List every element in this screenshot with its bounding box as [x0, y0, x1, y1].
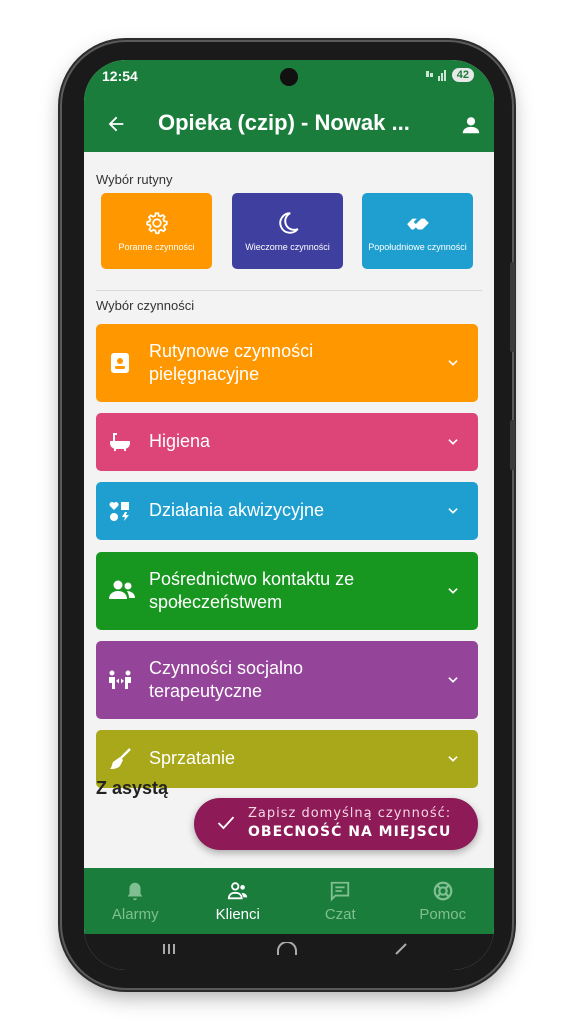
broom-icon — [110, 748, 131, 769]
heart-shapes-icon — [109, 502, 129, 521]
handshake-icon — [406, 218, 429, 230]
chat-icon — [331, 881, 350, 902]
check-icon — [217, 816, 235, 830]
battery-badge: 42 — [451, 68, 474, 82]
chevron-down-icon — [448, 508, 458, 514]
chevron-down-icon — [448, 588, 458, 594]
nav-label: Czat — [324, 906, 356, 923]
bottom-navigation: Alarmy Klienci Czat Pomoc — [84, 868, 494, 934]
routine-afternoon-button[interactable]: Popołudniowe czynności — [362, 193, 473, 269]
moon-icon — [278, 212, 299, 234]
routine-morning-label: Poranne czynności — [118, 242, 195, 252]
lifebuoy-icon — [433, 881, 453, 901]
category-higiena[interactable]: Higiena — [96, 413, 478, 471]
system-navigation-bar — [84, 934, 494, 970]
people-arrows-icon — [109, 670, 131, 689]
chevron-down-icon — [448, 439, 458, 445]
routine-evening-label: Wieczorne czynności — [245, 242, 330, 252]
category-label: Działania akwizycyjne — [149, 500, 325, 520]
chevron-down-icon — [448, 360, 458, 366]
chevron-back-icon — [395, 943, 407, 955]
nav-label: Pomoc — [419, 906, 467, 923]
screen: 12:54 42 Opieka (czip) - Nowak ... Wybór… — [84, 60, 494, 970]
category-rutynowe[interactable]: Rutynowe czynności pielęgnacyjne — [96, 324, 478, 402]
routine-afternoon-label: Popołudniowe czynności — [368, 242, 467, 252]
category-socjalno[interactable]: Czynności socjalno terapeutyczne — [96, 641, 478, 719]
app-bar: Opieka (czip) - Nowak ... — [84, 96, 494, 152]
front-camera — [280, 68, 298, 86]
assist-heading: Z asystą — [96, 778, 169, 798]
status-time: 12:54 — [102, 68, 138, 84]
recents-icon — [163, 944, 175, 954]
chevron-down-icon — [448, 677, 458, 683]
home-button[interactable] — [276, 941, 298, 959]
back-nav-button[interactable] — [394, 942, 408, 959]
page-title: Opieka (czip) - Nowak ... — [158, 110, 410, 135]
category-label: Sprzatanie — [149, 748, 236, 768]
category-posrednictwo[interactable]: Pośrednictwo kontaktu ze społeczeństwem — [96, 552, 478, 630]
nav-alarmy[interactable]: Alarmy — [84, 868, 187, 934]
nav-pomoc[interactable]: Pomoc — [392, 868, 495, 934]
category-label: Czynności socjalno terapeutyczne — [149, 658, 304, 701]
back-button[interactable] — [98, 106, 134, 142]
recents-button[interactable] — [162, 942, 176, 958]
chevron-down-icon — [448, 756, 458, 762]
routine-morning-button[interactable]: Poranne czynności — [101, 193, 212, 269]
people-icon — [109, 580, 135, 599]
volume-button — [510, 262, 515, 352]
nav-klienci[interactable]: Klienci — [187, 868, 290, 934]
signal-icon — [425, 70, 446, 81]
routine-section-label: Wybór rutyny — [96, 172, 173, 187]
person-icon[interactable] — [460, 114, 482, 136]
category-label: Higiena — [149, 431, 211, 451]
fab-activity-name: OBECNOŚĆ NA MIEJSCU — [248, 824, 452, 840]
home-icon — [277, 941, 297, 955]
category-label: Pośrednictwo kontaktu ze społeczeństwem — [149, 569, 355, 612]
status-bar: 12:54 42 — [84, 60, 494, 96]
category-label: Rutynowe czynności pielęgnacyjne — [149, 341, 314, 384]
category-akwizycyjne[interactable]: Działania akwizycyjne — [96, 482, 478, 540]
section-divider — [96, 290, 482, 291]
activities-section-label: Wybór czynności — [96, 298, 195, 313]
routine-evening-button[interactable]: Wieczorne czynności — [232, 193, 343, 269]
nav-czat[interactable]: Czat — [289, 868, 392, 934]
power-button — [510, 420, 515, 470]
bell-icon — [127, 882, 143, 901]
contact-card-icon — [111, 353, 129, 373]
status-icons: 42 — [425, 68, 474, 82]
arrow-left-icon — [108, 116, 124, 132]
nav-label: Alarmy — [111, 906, 159, 923]
save-default-activity-button[interactable]: Zapisz domyślną czynność: OBECNOŚĆ NA MI… — [194, 798, 478, 850]
gear-icon — [145, 212, 168, 235]
clients-icon — [227, 882, 247, 900]
fab-caption: Zapisz domyślną czynność: — [248, 806, 452, 821]
bathtub-icon — [110, 433, 130, 451]
nav-label: Klienci — [215, 906, 260, 923]
